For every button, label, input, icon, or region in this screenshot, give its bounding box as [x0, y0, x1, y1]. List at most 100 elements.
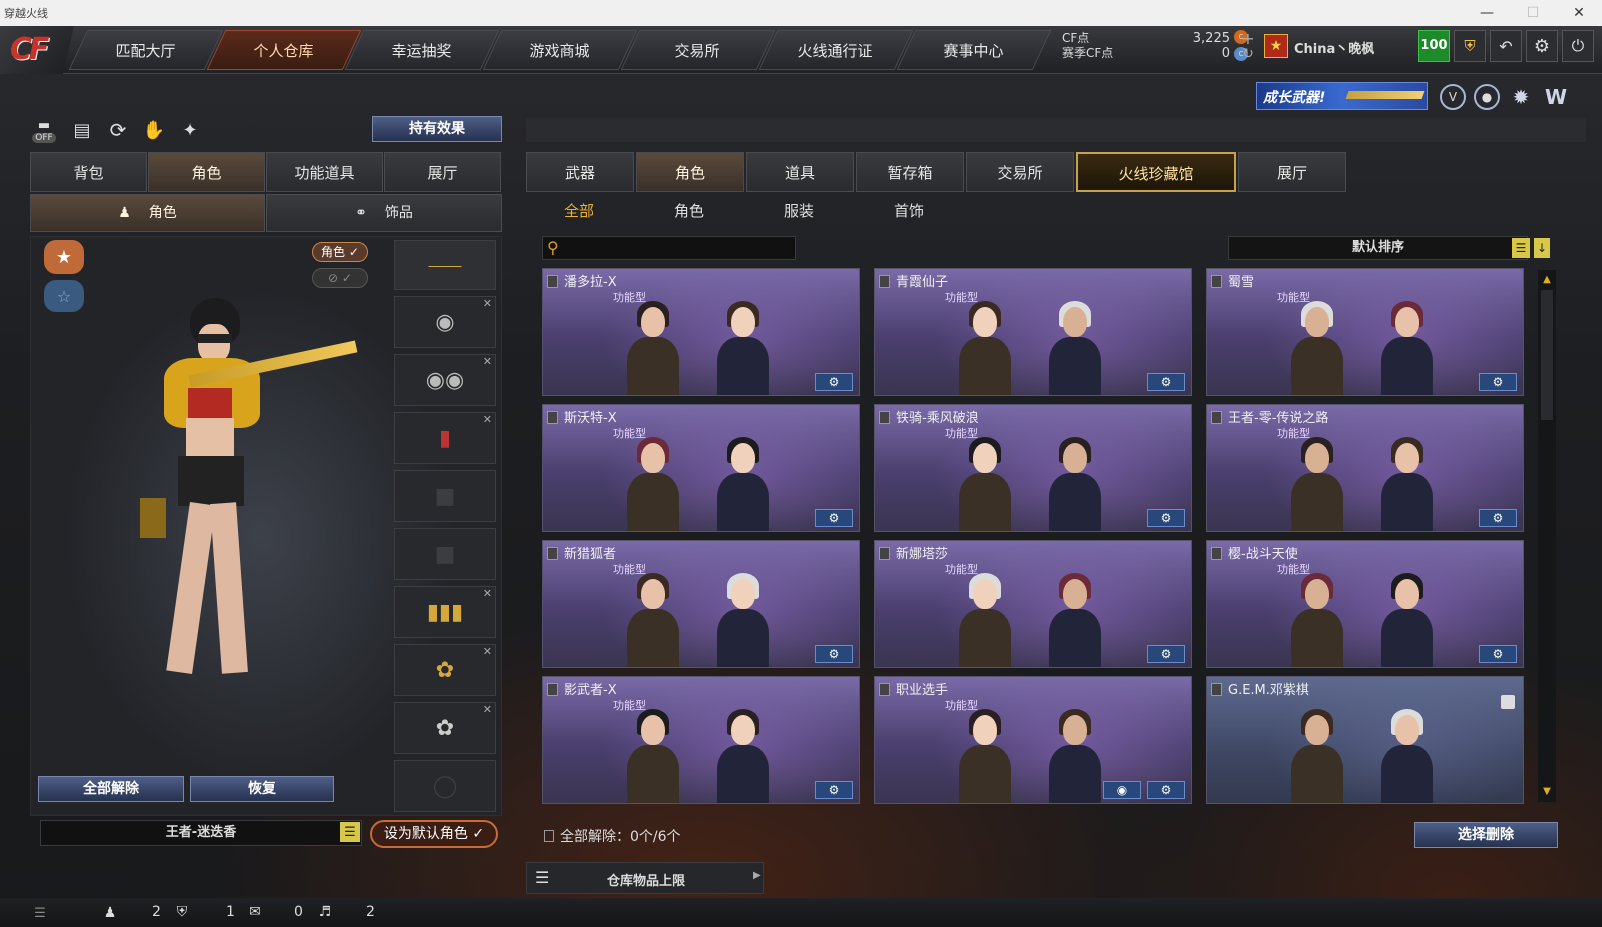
gear-icon[interactable]: ⚙ [1147, 645, 1185, 663]
list-menu-icon[interactable]: ☰ [340, 822, 360, 842]
friends-icon[interactable]: ♟ [100, 904, 120, 922]
gear-icon[interactable]: ⚙ [1147, 373, 1185, 391]
right-tab-0[interactable]: 武器 [526, 152, 634, 192]
clan-shield-icon[interactable]: ⛨ [172, 902, 192, 922]
subtab-role[interactable]: ♟ 角色 [30, 194, 265, 232]
selected-role-field[interactable]: 王者-迷迭香 [40, 820, 362, 846]
unequip-all-button[interactable]: 全部解除 [38, 776, 184, 802]
globe-icon[interactable]: ● [1474, 84, 1500, 110]
trash-icon[interactable] [1501, 695, 1515, 709]
hide-toggle-icon[interactable]: ⊘ ✓ [312, 268, 368, 288]
scroll-up-icon[interactable]: ▲ [1540, 272, 1554, 286]
character-card[interactable]: 新娜塔莎 功能型 ⚙ [874, 540, 1192, 668]
emote-icon[interactable]: ✦ [176, 116, 204, 144]
character-card[interactable]: 王者-零-传说之路 功能型 ⚙ [1206, 404, 1524, 532]
gear-icon[interactable]: ⚙ [1147, 781, 1185, 799]
slot-ammo[interactable]: ✕ ▮▮▮ [394, 586, 496, 638]
nav-item-3[interactable]: 游戏商城 [482, 30, 638, 70]
toggle-off-icon[interactable]: ▬ OFF [30, 116, 58, 144]
right-tab-4[interactable]: 交易所 [966, 152, 1074, 192]
user-profile[interactable]: ★ China丶晚枫 [1264, 32, 1414, 62]
nav-item-6[interactable]: 赛事中心 [896, 30, 1052, 70]
emblem-v-icon[interactable]: V [1440, 84, 1466, 110]
power-icon[interactable]: ⏻ [1562, 30, 1594, 62]
scrollbar[interactable]: ▲ ▼ [1538, 270, 1556, 802]
character-card[interactable]: 青霞仙子 功能型 ⚙ [874, 268, 1192, 396]
sort-select[interactable]: 默认排序 [1228, 236, 1528, 260]
shield-icon[interactable]: ⛨ [1454, 30, 1486, 62]
search-input[interactable]: ⚲ [542, 236, 796, 260]
gear-icon[interactable]: ⚙ [1526, 30, 1558, 62]
gear-icon[interactable]: ⚙ [815, 373, 853, 391]
slot-vest[interactable]: ■ [394, 528, 496, 580]
minimize-button[interactable]: — [1464, 0, 1510, 26]
chat-icon[interactable]: ✉ [244, 902, 266, 922]
gear-icon[interactable]: ⚙ [815, 645, 853, 663]
role-badge[interactable]: 角色 ✓ [312, 242, 368, 262]
cf-logo[interactable]: CF [0, 26, 74, 74]
character-card[interactable]: 蜀雪 功能型 ⚙ [1206, 268, 1524, 396]
scroll-down-icon[interactable]: ▼ [1540, 784, 1554, 798]
slot-knuckle-gold[interactable]: ✕ ✿ [394, 644, 496, 696]
team-emblem-icon[interactable]: ★ [44, 240, 84, 274]
gear-icon[interactable]: ⚙ [1479, 373, 1517, 391]
gear-icon[interactable]: ⚙ [1147, 509, 1185, 527]
slot-weapon[interactable]: ⎯⎯⎯ [394, 240, 496, 290]
character-card[interactable]: 樱-战斗天使 功能型 ⚙ [1206, 540, 1524, 668]
ranking-icon[interactable]: ▤ [68, 116, 96, 144]
exit-room-icon[interactable]: ↶ [1490, 30, 1522, 62]
nav-item-0[interactable]: 匹配大厅 [68, 30, 224, 70]
scroll-thumb[interactable] [1541, 290, 1553, 420]
restore-button[interactable]: 恢复 [190, 776, 334, 802]
set-default-role-button[interactable]: 设为默认角色 ✓ [370, 820, 498, 848]
character-card[interactable]: 职业选手 功能型 ⚙ ◉ [874, 676, 1192, 804]
right-tab-2[interactable]: 道具 [746, 152, 854, 192]
select-delete-button[interactable]: 选择删除 [1414, 822, 1558, 848]
left-tab-2[interactable]: 功能道具 [266, 152, 383, 192]
growth-weapon-banner[interactable]: 成长武器! [1256, 82, 1428, 110]
close-button[interactable]: ✕ [1556, 0, 1602, 26]
expand-icon[interactable]: ▶ [753, 870, 761, 881]
right-subtab-2[interactable]: 服装 [764, 200, 834, 221]
list-icon[interactable]: ☰ [30, 904, 50, 922]
refresh-icon[interactable]: ↻ [1240, 46, 1256, 62]
rotate-view-icon[interactable]: ⟳ [104, 116, 132, 144]
nav-item-4[interactable]: 交易所 [620, 30, 776, 70]
pose-icon[interactable]: ✋ [140, 116, 168, 144]
right-subtab-1[interactable]: 角色 [654, 200, 724, 221]
right-tab-6[interactable]: 展厅 [1238, 152, 1346, 192]
nav-item-5[interactable]: 火线通行证 [758, 30, 914, 70]
maximize-button[interactable]: ☐ [1510, 0, 1556, 26]
wings-logo-icon[interactable]: W [1542, 84, 1570, 110]
storage-limit-bar[interactable]: ☰ 仓库物品上限 ▶ [526, 862, 764, 894]
voice-icon[interactable]: ◉ [1103, 781, 1141, 799]
gear-icon[interactable]: ⚙ [1479, 509, 1517, 527]
character-card[interactable]: 新猎狐者 功能型 ⚙ [542, 540, 860, 668]
right-subtab-0[interactable]: 全部 [544, 200, 614, 221]
nav-item-1[interactable]: 个人仓库 [206, 30, 362, 70]
slot-goggles[interactable]: ✕ ◉◉ [394, 354, 496, 406]
nav-item-2[interactable]: 幸运抽奖 [344, 30, 500, 70]
character-card[interactable]: G.E.M.邓紫棋 [1206, 676, 1524, 804]
character-card[interactable]: 斯沃特-X 功能型 ⚙ [542, 404, 860, 532]
character-card[interactable]: 影武者-X 功能型 ⚙ [542, 676, 860, 804]
right-tab-1[interactable]: 角色 [636, 152, 744, 192]
character-card[interactable]: 潘多拉-X 功能型 ⚙ [542, 268, 860, 396]
gear-icon[interactable]: ⚙ [1479, 645, 1517, 663]
sort-direction-icon[interactable]: ↓ [1534, 238, 1550, 258]
slot-backpack[interactable]: ■ [394, 470, 496, 522]
subtab-accessory[interactable]: ⚭ 饰品 [266, 194, 502, 232]
right-subtab-3[interactable]: 首饰 [874, 200, 944, 221]
gear-icon[interactable]: ⚙ [815, 781, 853, 799]
slot-helmet[interactable]: ✕ ◉ [394, 296, 496, 348]
sort-menu-icon[interactable]: ☰ [1512, 238, 1530, 258]
slot-radio[interactable]: ✕ ▮ [394, 412, 496, 464]
character-card[interactable]: 铁骑-乘风破浪 功能型 ⚙ [874, 404, 1192, 532]
left-tab-1[interactable]: 角色 [148, 152, 265, 192]
right-tab-5[interactable]: 火线珍藏馆 [1076, 152, 1236, 192]
team-emblem-alt-icon[interactable]: ☆ [44, 280, 84, 312]
left-tab-0[interactable]: 背包 [30, 152, 147, 192]
starburst-icon[interactable]: ✹ [1508, 84, 1534, 110]
hold-effect-button[interactable]: 持有效果 [372, 116, 502, 142]
left-tab-3[interactable]: 展厅 [384, 152, 501, 192]
